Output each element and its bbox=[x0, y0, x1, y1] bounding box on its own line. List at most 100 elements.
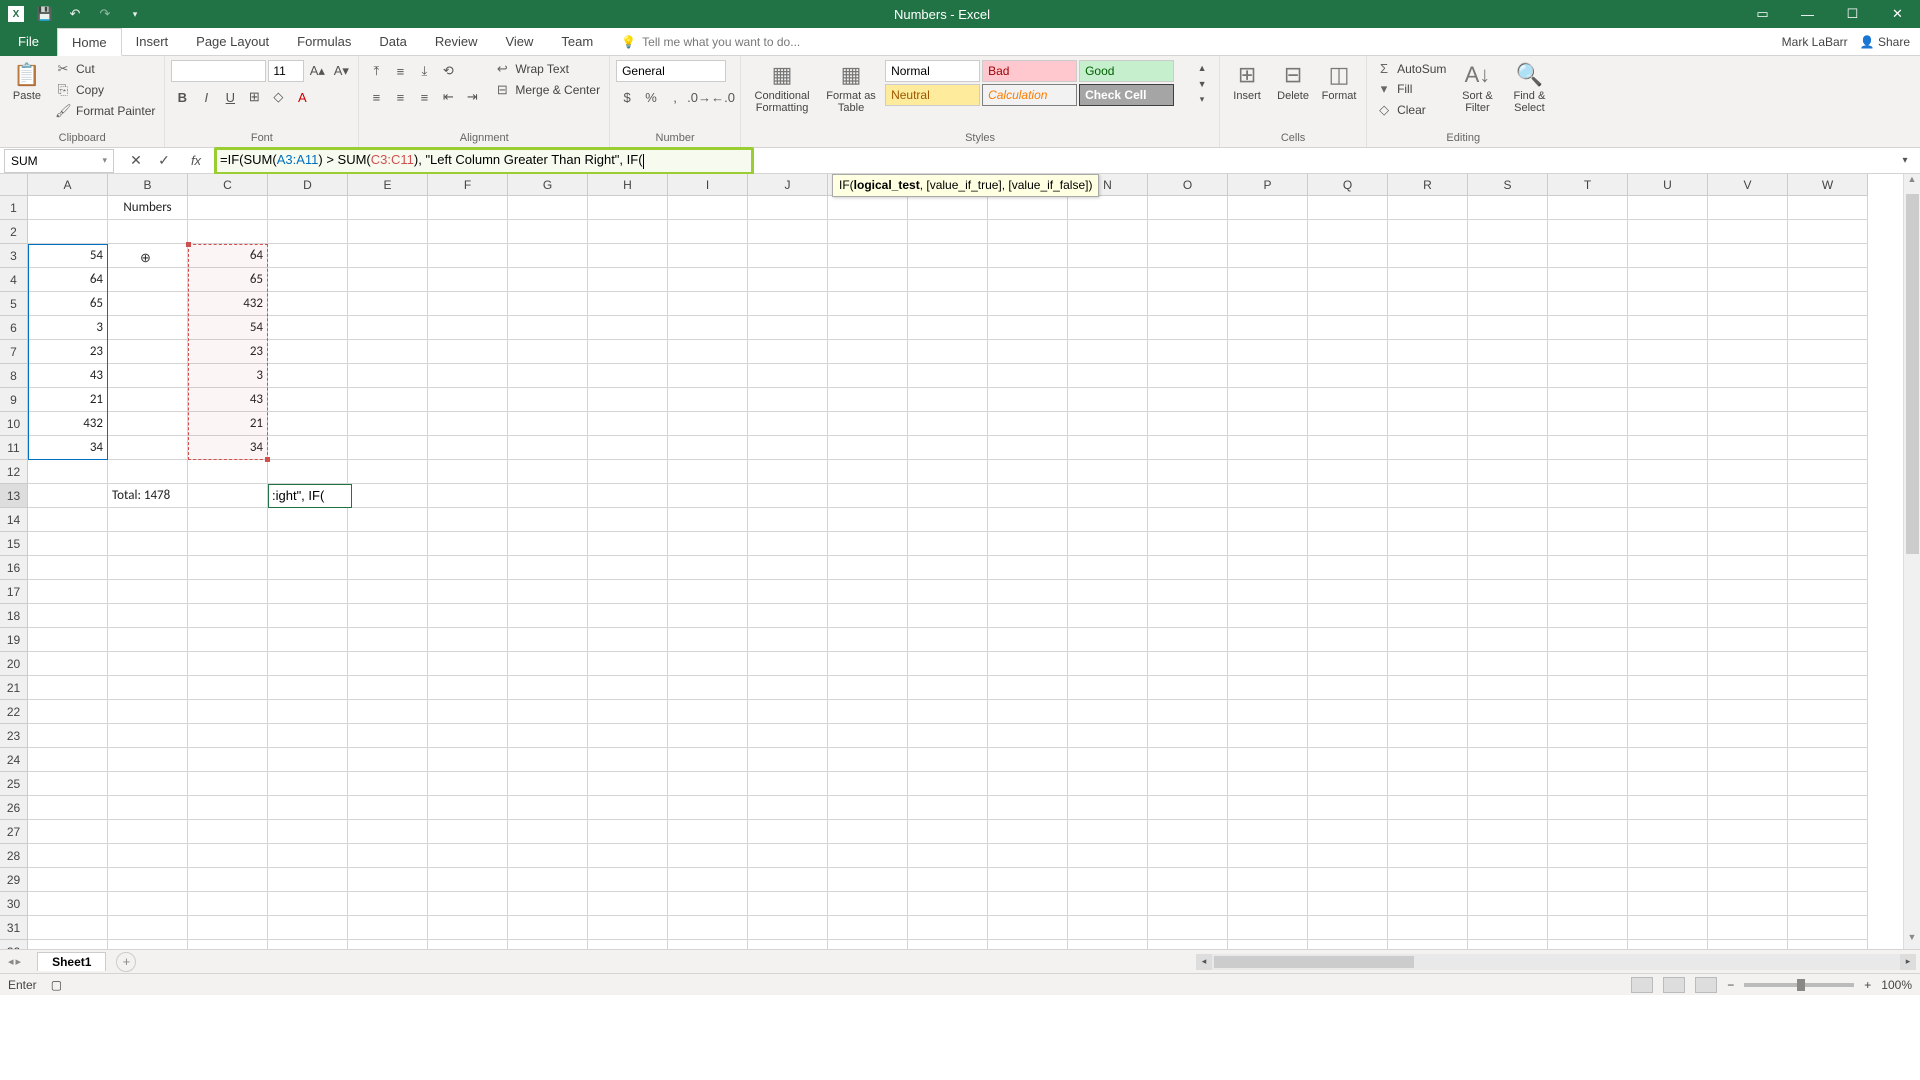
cell[interactable] bbox=[188, 676, 268, 700]
cell[interactable] bbox=[1148, 748, 1228, 772]
cell[interactable] bbox=[428, 868, 508, 892]
cell[interactable] bbox=[1308, 220, 1388, 244]
cell[interactable] bbox=[748, 748, 828, 772]
cell[interactable] bbox=[1468, 676, 1548, 700]
cell[interactable] bbox=[748, 796, 828, 820]
cell[interactable] bbox=[988, 940, 1068, 949]
cell[interactable] bbox=[828, 436, 908, 460]
cell[interactable] bbox=[748, 268, 828, 292]
cell[interactable] bbox=[508, 604, 588, 628]
cell[interactable] bbox=[988, 652, 1068, 676]
cell[interactable] bbox=[668, 940, 748, 949]
cell[interactable] bbox=[28, 700, 108, 724]
cell[interactable] bbox=[188, 916, 268, 940]
row-header-13[interactable]: 13 bbox=[0, 484, 28, 508]
cell[interactable] bbox=[1628, 196, 1708, 220]
cell[interactable] bbox=[828, 892, 908, 916]
cell[interactable] bbox=[1468, 916, 1548, 940]
cell[interactable]: 432 bbox=[188, 292, 268, 316]
cell[interactable] bbox=[1708, 388, 1788, 412]
style-check-cell[interactable]: Check Cell bbox=[1079, 84, 1174, 106]
cell[interactable] bbox=[428, 532, 508, 556]
cell[interactable] bbox=[348, 652, 428, 676]
cell[interactable] bbox=[828, 220, 908, 244]
cell[interactable] bbox=[1708, 196, 1788, 220]
col-header-Q[interactable]: Q bbox=[1308, 174, 1388, 196]
cell[interactable] bbox=[1788, 892, 1868, 916]
conditional-formatting-button[interactable]: ▦ Conditional Formatting bbox=[747, 60, 817, 114]
cell[interactable] bbox=[1148, 316, 1228, 340]
cell[interactable]: 23 bbox=[188, 340, 268, 364]
cell[interactable] bbox=[748, 676, 828, 700]
cell[interactable] bbox=[1708, 268, 1788, 292]
cell[interactable] bbox=[908, 220, 988, 244]
cell[interactable] bbox=[1708, 244, 1788, 268]
cell[interactable] bbox=[188, 796, 268, 820]
cell[interactable] bbox=[348, 412, 428, 436]
cell[interactable] bbox=[1068, 772, 1148, 796]
cell[interactable] bbox=[1228, 892, 1308, 916]
cell[interactable] bbox=[908, 484, 988, 508]
style-neutral[interactable]: Neutral bbox=[885, 84, 980, 106]
cell[interactable] bbox=[828, 916, 908, 940]
macro-record-icon[interactable]: ▢ bbox=[51, 978, 62, 992]
cell[interactable] bbox=[1468, 268, 1548, 292]
maximize-icon[interactable]: ☐ bbox=[1830, 0, 1875, 28]
cell[interactable] bbox=[508, 868, 588, 892]
name-box-dropdown-icon[interactable]: ▾ bbox=[102, 155, 107, 166]
cell[interactable] bbox=[1468, 652, 1548, 676]
cell[interactable] bbox=[1228, 604, 1308, 628]
cell[interactable] bbox=[1708, 940, 1788, 949]
cell[interactable] bbox=[108, 292, 188, 316]
cell[interactable] bbox=[988, 340, 1068, 364]
cell[interactable] bbox=[348, 388, 428, 412]
col-header-R[interactable]: R bbox=[1388, 174, 1468, 196]
italic-button[interactable]: I bbox=[195, 86, 217, 108]
cell[interactable] bbox=[748, 772, 828, 796]
cell[interactable] bbox=[1068, 220, 1148, 244]
cell[interactable] bbox=[28, 772, 108, 796]
row-header-23[interactable]: 23 bbox=[0, 724, 28, 748]
cell[interactable] bbox=[1388, 220, 1468, 244]
cell[interactable] bbox=[348, 604, 428, 628]
cell[interactable] bbox=[1628, 820, 1708, 844]
cell[interactable] bbox=[668, 292, 748, 316]
cell[interactable] bbox=[188, 748, 268, 772]
cell[interactable] bbox=[1468, 604, 1548, 628]
cell[interactable] bbox=[268, 748, 348, 772]
cell[interactable] bbox=[1628, 652, 1708, 676]
cell[interactable] bbox=[588, 436, 668, 460]
cell[interactable] bbox=[748, 844, 828, 868]
col-header-U[interactable]: U bbox=[1628, 174, 1708, 196]
cell[interactable] bbox=[1228, 844, 1308, 868]
cell[interactable]: 432 bbox=[28, 412, 108, 436]
cell[interactable] bbox=[828, 268, 908, 292]
cell[interactable] bbox=[188, 628, 268, 652]
cell[interactable] bbox=[1068, 868, 1148, 892]
cell[interactable] bbox=[1148, 196, 1228, 220]
cell[interactable] bbox=[748, 388, 828, 412]
cell[interactable] bbox=[268, 268, 348, 292]
cell[interactable] bbox=[268, 652, 348, 676]
cell[interactable] bbox=[908, 940, 988, 949]
col-header-H[interactable]: H bbox=[588, 174, 668, 196]
cell[interactable] bbox=[1548, 796, 1628, 820]
cell[interactable] bbox=[1148, 916, 1228, 940]
cell[interactable] bbox=[1628, 292, 1708, 316]
cell[interactable] bbox=[108, 268, 188, 292]
cell[interactable] bbox=[988, 676, 1068, 700]
cell[interactable] bbox=[668, 436, 748, 460]
hscroll-left-icon[interactable]: ◂ bbox=[1196, 954, 1212, 970]
cell[interactable] bbox=[1068, 580, 1148, 604]
tab-formulas[interactable]: Formulas bbox=[283, 28, 365, 56]
cell[interactable] bbox=[1228, 196, 1308, 220]
cell[interactable] bbox=[1068, 316, 1148, 340]
cell[interactable] bbox=[1788, 940, 1868, 949]
cell[interactable] bbox=[508, 700, 588, 724]
view-page-break-icon[interactable] bbox=[1695, 977, 1717, 993]
cell[interactable] bbox=[108, 532, 188, 556]
cell[interactable] bbox=[188, 532, 268, 556]
cell[interactable] bbox=[188, 220, 268, 244]
cell[interactable] bbox=[348, 316, 428, 340]
style-scroll-up-icon[interactable]: ▲ bbox=[1191, 60, 1213, 75]
